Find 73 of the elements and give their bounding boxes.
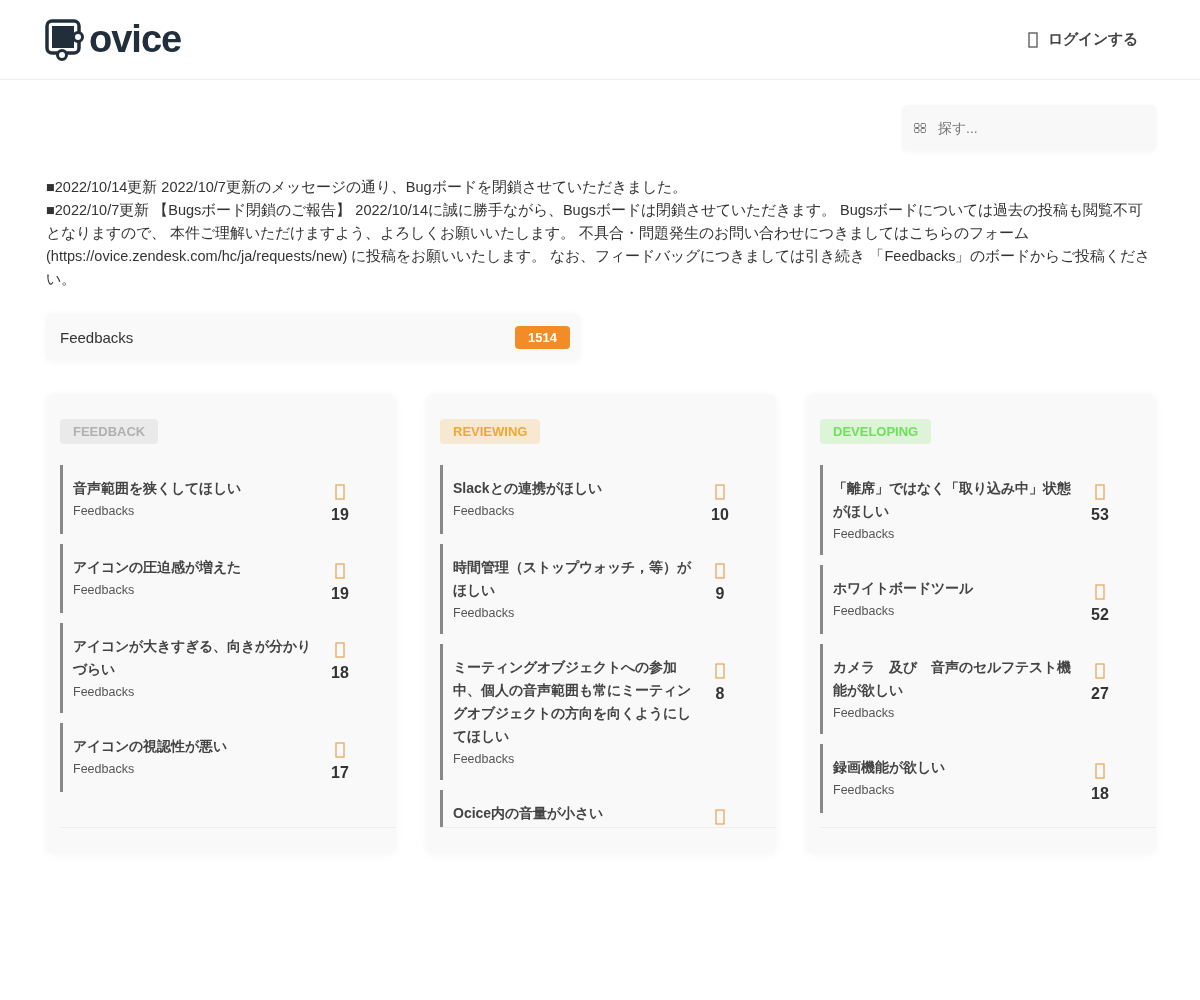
post-title: アイコンの圧迫感が増えた [73, 558, 242, 577]
box-outline-icon [1095, 484, 1105, 500]
post-title: 時間管理（ストップウォッチ，等）がほしい [453, 558, 693, 600]
status-tag: DEVELOPING [820, 419, 932, 444]
box-outline-icon [715, 809, 725, 825]
logo-link[interactable]: ovice [45, 18, 182, 61]
box-outline-icon [335, 642, 345, 658]
post-card[interactable]: 音声範囲を狭くしてほしい Feedbacks 19 [60, 465, 396, 534]
post-card[interactable]: カメラ 及び 音声のセルフテスト機能が欲しい Feedbacks 27 [820, 644, 1156, 734]
vote-count: 19 [331, 506, 349, 524]
post-count-badge: 1514 [515, 325, 570, 349]
post-title: 「離席」ではなく「取り込み中」状態がほしい [833, 479, 1072, 521]
login-button[interactable]: ログインする [1028, 26, 1138, 53]
post-card[interactable]: 「離席」ではなく「取り込み中」状態がほしい Feedbacks 53 [820, 465, 1156, 555]
post-card[interactable]: 録画機能が欲しい Feedbacks 18 [820, 744, 1156, 813]
box-outline-icon [335, 563, 345, 579]
search-input[interactable]: 探す... [936, 119, 1144, 137]
box-outline-icon [1095, 663, 1105, 679]
post-board: Feedbacks [833, 526, 896, 543]
post-title: アイコンの視認性が悪い [73, 737, 228, 756]
post-card[interactable]: アイコンの圧迫感が増えた Feedbacks 19 [60, 544, 396, 613]
post-title: カメラ 及び 音声のセルフテスト機能が欲しい [833, 658, 1072, 700]
vote-count: 18 [1091, 785, 1109, 803]
vote-count: 9 [715, 585, 725, 603]
post-title: 音声範囲を狭くしてほしい [73, 479, 242, 498]
post-board: Feedbacks [453, 605, 516, 622]
vote-count: 19 [331, 585, 349, 603]
status-tag: REVIEWING [440, 419, 541, 444]
vote-count: 27 [1091, 685, 1109, 703]
post-board: Feedbacks [833, 705, 896, 722]
post-card[interactable]: 時間管理（ストップウォッチ，等）がほしい Feedbacks 9 [440, 544, 776, 634]
box-outline-icon [1095, 763, 1105, 779]
vote-count: 52 [1091, 606, 1109, 624]
post-card[interactable]: ミーティングオブジェクトへの参加中、個人の音声範囲も常にミーティングオブジェクトの方向を向くようにしてほしい Feedbacks 8 [440, 644, 776, 780]
post-board: Feedbacks [73, 503, 136, 520]
post-title: Slackとの連携がほしい [453, 479, 603, 498]
board-link[interactable]: Feedbacks 1514 [46, 313, 580, 361]
post-card[interactable]: Slackとの連携がほしい Feedbacks 10 [440, 465, 776, 534]
post-board: Feedbacks [833, 603, 896, 620]
vote-count: 53 [1091, 506, 1109, 524]
post-board: Feedbacks [833, 782, 896, 799]
vote-count: 17 [331, 764, 349, 782]
post-title: 録画機能が欲しい [833, 758, 946, 777]
post-board: Feedbacks [453, 503, 516, 520]
logo-icon [45, 18, 85, 61]
post-board: Feedbacks [73, 684, 136, 701]
post-card[interactable]: アイコンが大きすぎる、向きが分かりづらい Feedbacks 18 [60, 623, 396, 713]
box-outline-icon [1028, 31, 1038, 48]
post-card[interactable]: アイコンの視認性が悪い Feedbacks 17 [60, 723, 396, 792]
post-board: Feedbacks [453, 751, 516, 768]
post-title: ホワイトボードツール [833, 579, 974, 598]
grid-icon [914, 123, 926, 133]
post-card[interactable]: ホワイトボードツール Feedbacks 52 [820, 565, 1156, 634]
box-outline-icon [715, 563, 725, 579]
post-title: Ocice内の音量が小さい [453, 804, 605, 823]
board-name: Feedbacks [60, 328, 134, 346]
box-outline-icon [1095, 584, 1105, 600]
vote-count: 8 [715, 685, 725, 703]
box-outline-icon [335, 742, 345, 758]
vote-count: 10 [711, 506, 729, 524]
vote-count: 18 [331, 664, 349, 682]
post-title: ミーティングオブジェクトへの参加中、個人の音声範囲も常にミーティングオブジェクトの方向を向くようにしてほしい [453, 658, 692, 746]
notice-text: ■2022/10/14更新 2022/10/7更新のメッセージの通り、Bugボードを閉鎖させていただきました。 [46, 178, 688, 197]
post-title: アイコンが大きすぎる、向きが分かりづらい [73, 637, 312, 679]
box-outline-icon [335, 484, 345, 500]
status-tag: FEEDBACK [60, 419, 159, 444]
post-board: Feedbacks [73, 761, 136, 778]
box-outline-icon [715, 663, 725, 679]
box-outline-icon [715, 484, 725, 500]
notice-text: ■2022/10/7更新 【Bugsボード閉鎖のご報告】 2022/10/14に誠に勝手ながら、Bugsボードは閉鎖させていただきます。 Bugsボードについては過去の投稿も閲覧不可となりますので、 本件ご理解いただけますよう、よろしくお願いいたします。 不具合・問題発生のお問い合わせにつきましてはこちらのフォーム (https://ovice.zendesk.com/hc/ja/requests/new) に投稿をお願いいたします。 なお、フィードバッグにつきましては引き続き 「Feedbacks」のボードからご投稿ください。 [46, 201, 1152, 289]
post-card[interactable]: Ocice内の音量が小さい [440, 790, 776, 827]
post-board: Feedbacks [73, 582, 136, 599]
search-field[interactable]: 探す... [902, 105, 1156, 151]
